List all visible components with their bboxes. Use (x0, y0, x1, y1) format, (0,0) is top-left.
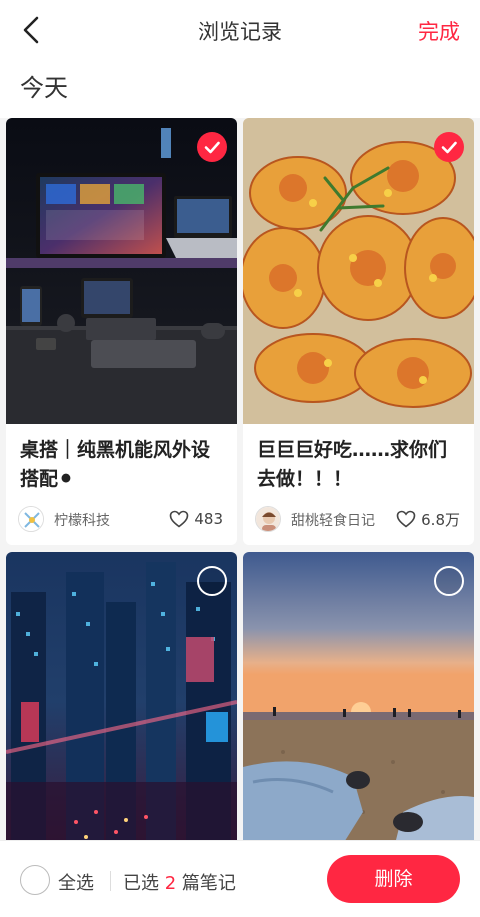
note-title: 巨巨巨好吃……求你们去做！！！ (257, 439, 448, 490)
avatar (255, 506, 281, 532)
like-count: 6.8万 (421, 510, 460, 529)
date-section-title: 今天 (20, 74, 68, 102)
author-name: 柠檬科技 (54, 513, 110, 529)
note-card[interactable]: 桌搭｜纯黑机能风外设搭配⚫ 柠檬科技 483 (6, 118, 237, 545)
like-button[interactable]: 483 (169, 507, 223, 531)
date-section-header: 今天 (0, 60, 480, 118)
select-all-checkbox[interactable] (20, 865, 50, 895)
selected-count: 2 (164, 873, 177, 894)
author-row: 甜桃轻食日记 6.8万 (255, 506, 462, 532)
selected-suffix: 篇笔记 (181, 873, 236, 894)
select-all-label[interactable]: 全选 (58, 869, 94, 895)
divider (110, 871, 111, 891)
top-bar: 浏览记录 完成 (0, 0, 480, 60)
like-count: 483 (194, 510, 223, 528)
delete-button[interactable]: 删除 (327, 855, 460, 903)
selected-count-text: 已选 2 篇笔记 (123, 869, 236, 895)
like-button[interactable]: 6.8万 (396, 507, 460, 531)
page-title: 浏览记录 (198, 20, 282, 44)
heart-icon (396, 510, 416, 528)
avatar (18, 506, 44, 532)
author-name: 甜桃轻食日记 (291, 513, 375, 529)
note-cover-image (6, 552, 237, 852)
note-cover-image (6, 118, 237, 424)
done-button[interactable]: 完成 (418, 16, 460, 46)
unselected-check-button[interactable] (434, 566, 464, 596)
heart-icon (170, 510, 189, 528)
unselected-check-button[interactable] (197, 566, 227, 596)
note-cover-image (243, 118, 474, 424)
check-icon (441, 141, 457, 154)
note-card[interactable] (243, 552, 474, 852)
note-title: 桌搭｜纯黑机能风外设搭配⚫ (20, 439, 211, 490)
note-cover-image (243, 552, 474, 852)
selected-prefix: 已选 (123, 873, 159, 894)
note-card[interactable] (6, 552, 237, 852)
note-card[interactable]: 巨巨巨好吃……求你们去做！！！ 甜桃轻食日记 6.8万 (243, 118, 474, 545)
author-row: 柠檬科技 483 (18, 506, 225, 532)
check-icon (204, 141, 220, 154)
selected-check-button[interactable] (197, 132, 227, 162)
bottom-action-bar: 全选 已选 2 篇笔记 删除 (0, 840, 480, 917)
selected-check-button[interactable] (434, 132, 464, 162)
